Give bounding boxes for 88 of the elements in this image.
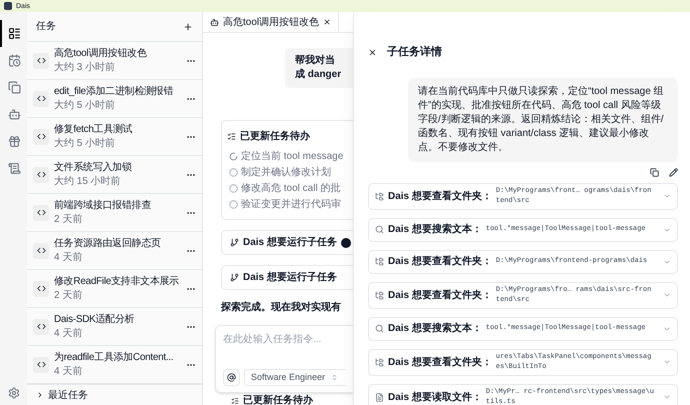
task-title: 前端跨域接口报错排查 (54, 200, 152, 212)
branch-icon (230, 238, 239, 247)
code-icon (33, 90, 49, 106)
calendar-clock-icon (8, 54, 21, 67)
task-time: 大约 5 小时前 (54, 138, 116, 150)
sidebar-title: 任务 (36, 20, 56, 34)
task-item[interactable]: Dais-SDK适配分析 4 天前 (27, 308, 202, 346)
chevron-icon[interactable] (36, 391, 44, 399)
tool-label: Dais 想要搜索文本： (388, 222, 482, 237)
copy-icon[interactable] (650, 168, 659, 176)
task-time: 大约 3 小时前 (54, 62, 116, 74)
folder-tree-icon (375, 257, 384, 266)
bot-icon (8, 108, 21, 121)
close-icon[interactable] (368, 48, 377, 57)
tool-label: Dais 想要搜索文本： (388, 322, 482, 336)
bot-icon (210, 18, 219, 26)
task-title: 修改ReadFile支持非文本展示 (54, 276, 180, 288)
mention-button[interactable] (223, 369, 240, 386)
task-item[interactable]: 高危tool调用按钮改色 大约 3 小时前 (27, 42, 202, 80)
task-time: 2 天前 (54, 290, 84, 302)
branch-icon (230, 273, 239, 282)
checklist-icon (227, 132, 236, 141)
subtask-card[interactable]: Dais 想要运行子任务 (221, 265, 353, 290)
todo-title: 已更新任务待办 (243, 396, 313, 405)
task-title: 高危tool调用按钮改色 (54, 48, 148, 60)
scroll-icon (8, 162, 21, 175)
tool-label: Dais 想要查看文件夹： (388, 190, 492, 204)
code-icon (33, 166, 49, 182)
task-time: 大约 15 小时前 (54, 176, 122, 188)
task-time: 4 天前 (54, 328, 84, 340)
code-icon (33, 52, 49, 68)
panel-title: 子任务详情 (387, 44, 442, 60)
task-title: 文件系统写入加锁 (54, 162, 133, 174)
code-icon (33, 204, 49, 220)
todo-item: 修改高危 tool call 的批 (241, 182, 340, 195)
code-icon (33, 280, 49, 296)
task-time: 2 天前 (54, 214, 84, 226)
task-item[interactable]: 为readfile工具添加Content... 4 天前 (27, 346, 202, 384)
task-item[interactable]: edit_file添加二进制检测报错 大约 5 小时前 (27, 80, 202, 118)
task-title: 修复fetch工具测试 (54, 124, 134, 136)
task-time: 大约 5 小时前 (54, 100, 116, 112)
app-logo-icon (4, 2, 12, 10)
subtask-message: 请在当前代码库中只做只读探索，定位“tool message 组件”的实现、批准按钮所在代码、高危 tool call 风险等级字段/判断逻辑的来源。返回精炼结论：相关文件、组件/函数名、现有按钮 variant/class 逻辑、建议最小修改点。不要修改文件。 (408, 78, 678, 162)
at-sign-icon (227, 373, 236, 382)
checklist-icon (231, 396, 239, 404)
tool-label: Dais 想要读取文件： (388, 390, 482, 404)
summary-text: 探索完成。现在我对实现有 (221, 300, 342, 315)
task-title: edit_file添加二进制检测报错 (54, 86, 174, 98)
task-time: 4 天前 (54, 366, 84, 378)
code-icon (33, 356, 49, 372)
folders-icon (8, 81, 21, 94)
subtask-card[interactable]: Dais 想要运行子任务 (221, 230, 353, 255)
todo-title: 已更新任务待办 (240, 129, 310, 144)
close-icon[interactable] (323, 18, 332, 26)
task-item[interactable]: 修复fetch工具测试 大约 5 小时前 (27, 118, 202, 156)
search-icon (375, 324, 384, 333)
settings-icon[interactable] (8, 387, 20, 399)
task-title: 为readfile工具添加Content... (54, 352, 174, 364)
tool-label: Dais 想要查看文件夹： (388, 356, 492, 370)
task-title: Dais-SDK适配分析 (54, 314, 136, 326)
todo-item: 制定并确认修改计划 (241, 166, 331, 179)
gift-icon (8, 135, 21, 148)
up-down-icon (331, 374, 338, 381)
file-icon (375, 392, 384, 402)
task-item[interactable]: 前端跨域接口报错排查 2 天前 (27, 194, 202, 232)
task-item[interactable]: 文件系统写入加锁 大约 15 小时前 (27, 156, 202, 194)
folder-tree-icon (375, 290, 384, 300)
task-item[interactable]: 修改ReadFile支持非文本展示 2 天前 (27, 270, 202, 308)
code-icon (33, 242, 49, 258)
task-item[interactable]: 任务资源路由返回静态页 4 天前 (27, 232, 202, 270)
tool-label: Dais 想要查看文件夹： (388, 288, 492, 302)
search-icon (375, 225, 384, 234)
folder-tree-icon (375, 358, 384, 366)
code-icon (33, 318, 49, 334)
task-time: 4 天前 (54, 252, 84, 264)
todo-item: 验证变更并进行代码审 (241, 198, 341, 211)
folder-tree-icon (375, 192, 384, 200)
mode-select[interactable]: Software Engineer (244, 369, 346, 386)
edit-icon[interactable] (669, 168, 678, 176)
tool-label: Dais 想要查看文件夹： (388, 254, 492, 269)
todo-item: 定位当前 tool message (241, 150, 344, 163)
list-icon (8, 27, 21, 40)
recent-tasks-label[interactable]: 最近任务 (48, 388, 88, 402)
task-title: 任务资源路由返回静态页 (54, 238, 162, 250)
add-icon[interactable] (183, 22, 193, 32)
code-icon (33, 128, 49, 144)
user-message: 帮我对当 成 danger (285, 48, 353, 88)
task-input[interactable]: 在此处输入任务指令... (223, 332, 346, 347)
